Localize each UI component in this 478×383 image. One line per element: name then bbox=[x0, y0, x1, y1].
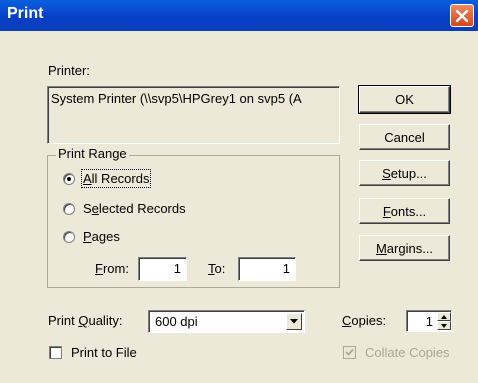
radio-pages[interactable] bbox=[63, 231, 75, 243]
close-x-icon bbox=[455, 9, 469, 22]
margins-button[interactable]: Margins... bbox=[359, 235, 450, 261]
ok-button-label: OK bbox=[395, 92, 414, 107]
checkmark-icon bbox=[345, 348, 354, 356]
copies-label: Copies: bbox=[342, 313, 387, 328]
spin-up-arrow-icon bbox=[441, 314, 447, 319]
dropdown-button[interactable] bbox=[286, 313, 302, 330]
print-quality-label: Print Quality: bbox=[48, 313, 123, 328]
print-quality-value: 600 dpi bbox=[155, 314, 198, 329]
dropdown-arrow-icon bbox=[290, 319, 298, 324]
printer-name-box: System Printer (\\svp5\HPGrey1 on svp5 (… bbox=[47, 86, 340, 144]
margins-button-label: Margins... bbox=[375, 240, 434, 256]
radio-selected-records[interactable] bbox=[63, 203, 75, 215]
radio-all-records-label[interactable]: All Records bbox=[80, 169, 152, 188]
cancel-button-label: Cancel bbox=[384, 129, 425, 145]
radio-pages-label[interactable]: Pages bbox=[83, 229, 120, 244]
copies-up-button[interactable] bbox=[437, 312, 451, 321]
fonts-button[interactable]: Fonts... bbox=[359, 198, 450, 224]
printer-label: Printer: bbox=[48, 63, 90, 78]
collate-copies-checkbox[interactable] bbox=[343, 346, 356, 359]
radio-all-records[interactable] bbox=[63, 173, 75, 185]
print-to-file-checkbox[interactable] bbox=[49, 346, 62, 359]
window-title: Print bbox=[7, 5, 44, 22]
spin-down-arrow-icon bbox=[441, 323, 447, 328]
to-label: To: bbox=[208, 261, 226, 276]
radio-selected-dot bbox=[67, 177, 71, 181]
print-quality-select[interactable]: 600 dpi bbox=[148, 310, 305, 333]
print-to-file-label[interactable]: Print to File bbox=[71, 345, 137, 360]
fonts-button-label: Fonts... bbox=[382, 203, 427, 219]
print-range-label: Print Range bbox=[56, 146, 129, 161]
collate-copies-label: Collate Copies bbox=[365, 345, 450, 360]
from-label: From: bbox=[95, 261, 129, 276]
copies-down-button[interactable] bbox=[437, 321, 451, 330]
cancel-button[interactable]: Cancel bbox=[359, 124, 450, 150]
setup-button[interactable]: Setup... bbox=[359, 160, 450, 186]
copies-spinner[interactable]: 1 bbox=[406, 310, 452, 332]
close-button[interactable] bbox=[450, 4, 474, 27]
printer-name: System Printer (\\svp5\HPGrey1 on svp5 (… bbox=[51, 91, 302, 106]
ok-button[interactable]: OK bbox=[358, 85, 451, 114]
from-field[interactable]: 1 bbox=[138, 257, 187, 281]
to-field[interactable]: 1 bbox=[238, 257, 296, 281]
radio-selected-records-label[interactable]: Selected Records bbox=[83, 201, 186, 216]
setup-button-label: Setup... bbox=[382, 165, 427, 181]
title-bar: Print bbox=[0, 0, 478, 31]
copies-value: 1 bbox=[425, 314, 433, 329]
